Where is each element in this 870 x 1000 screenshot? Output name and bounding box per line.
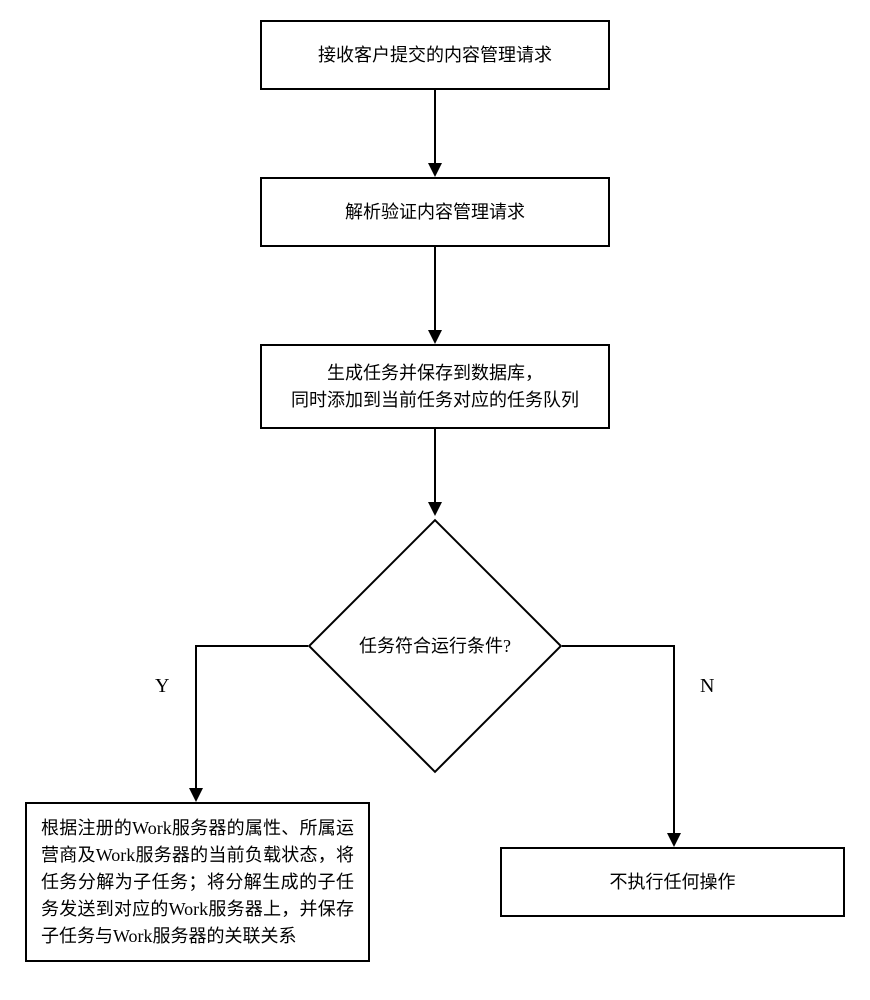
text-n2: 解析验证内容管理请求 — [345, 199, 525, 226]
edge-d1-n5-v — [673, 645, 675, 835]
process-parse-validate: 解析验证内容管理请求 — [260, 177, 610, 247]
arrow-head-1 — [428, 163, 442, 177]
text-d1-wrap: 任务符合运行条件? — [310, 610, 560, 680]
text-n3-line2: 同时添加到当前任务对应的任务队列 — [291, 387, 579, 414]
arrow-head-y — [189, 788, 203, 802]
process-no-operation: 不执行任何操作 — [500, 847, 845, 917]
process-generate-task: 生成任务并保存到数据库， 同时添加到当前任务对应的任务队列 — [260, 344, 610, 429]
text-d1: 任务符合运行条件? — [359, 632, 511, 658]
text-n1: 接收客户提交的内容管理请求 — [318, 42, 552, 69]
text-n5: 不执行任何操作 — [610, 869, 736, 896]
label-no: N — [700, 675, 714, 698]
arrow-head-2 — [428, 330, 442, 344]
text-n3-wrap: 生成任务并保存到数据库， 同时添加到当前任务对应的任务队列 — [291, 360, 579, 414]
arrow-head-3 — [428, 502, 442, 516]
text-n3-line1: 生成任务并保存到数据库， — [291, 360, 579, 387]
edge-n1-n2 — [434, 90, 436, 165]
edge-d1-n4-h — [195, 645, 308, 647]
edge-d1-n4-v — [195, 645, 197, 790]
text-n4: 根据注册的Work服务器的属性、所属运营商及Work服务器的当前负载状态，将任务… — [41, 815, 354, 950]
edge-d1-n5-h — [562, 645, 675, 647]
edge-n3-d1 — [434, 429, 436, 504]
process-decompose-task: 根据注册的Work服务器的属性、所属运营商及Work服务器的当前负载状态，将任务… — [25, 802, 370, 962]
arrow-head-n — [667, 833, 681, 847]
process-receive-request: 接收客户提交的内容管理请求 — [260, 20, 610, 90]
edge-n2-n3 — [434, 247, 436, 332]
label-yes: Y — [155, 675, 169, 698]
